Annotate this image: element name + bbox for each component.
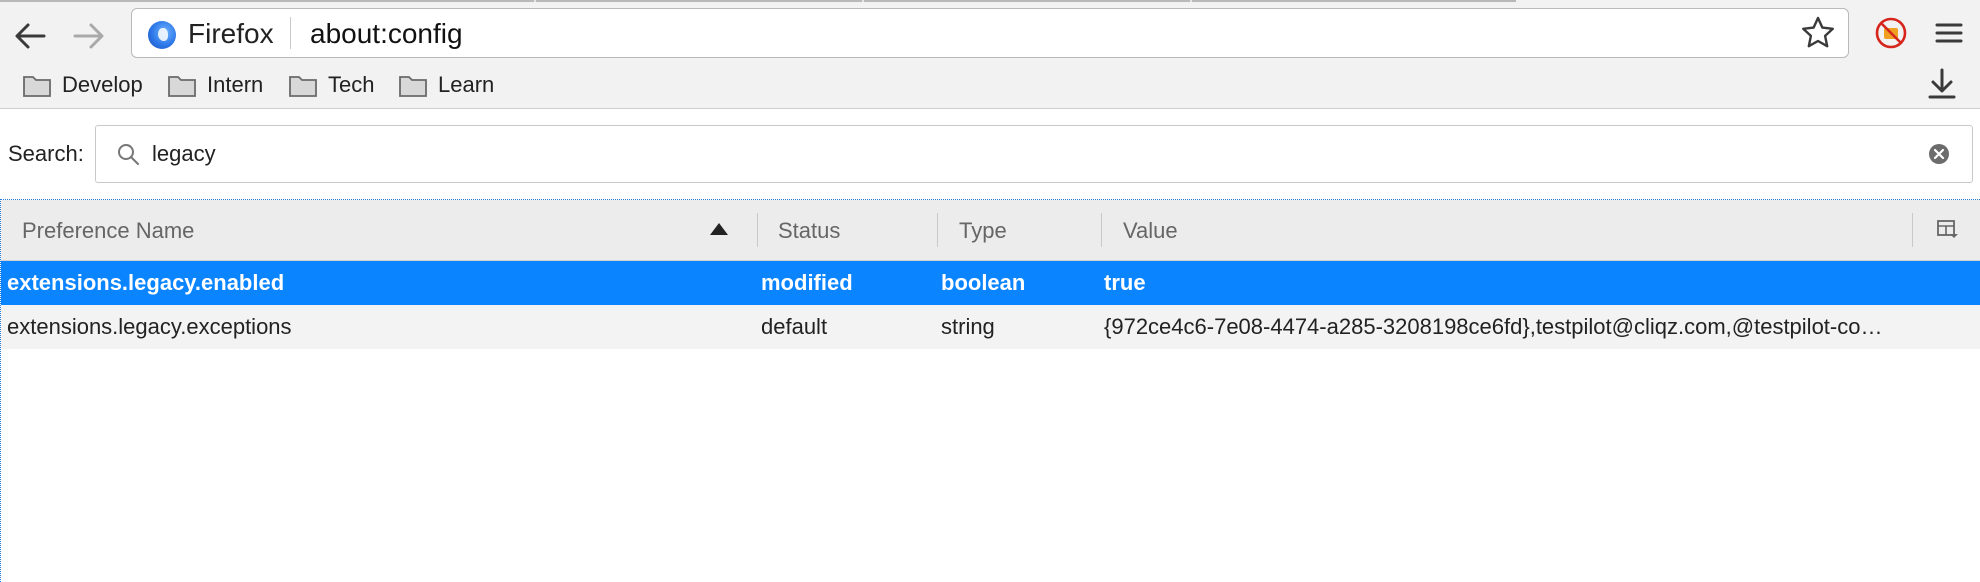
folder-icon	[289, 76, 317, 97]
column-splitter[interactable]	[1101, 213, 1102, 247]
value-cell: {972ce4c6-7e08-4474-a285-3208198ce6fd},t…	[1104, 314, 1883, 339]
preference-name-cell: extensions.legacy.exceptions	[7, 314, 292, 339]
column-header-preference-name[interactable]: Preference Name	[22, 218, 194, 244]
url-bar[interactable]: Firefox about:config	[131, 8, 1849, 58]
star-icon[interactable]	[1800, 15, 1836, 51]
column-picker-icon[interactable]	[1935, 217, 1959, 241]
bookmark-learn[interactable]: Learn	[398, 68, 494, 102]
hamburger-menu-icon[interactable]	[1932, 18, 1966, 48]
search-input[interactable]	[152, 136, 1912, 172]
search-icon	[118, 144, 139, 165]
column-header-value[interactable]: Value	[1123, 218, 1178, 244]
bookmark-label: Intern	[207, 72, 264, 97]
bookmark-tech[interactable]: Tech	[288, 68, 374, 102]
column-header-type[interactable]: Type	[959, 218, 1007, 244]
value-cell: true	[1104, 270, 1146, 295]
identity-label: Firefox	[188, 18, 274, 49]
search-box[interactable]	[95, 125, 1973, 183]
folder-icon	[168, 76, 196, 97]
clear-search-icon[interactable]	[1928, 143, 1950, 165]
browser-toolbar: Firefox about:config Develop Intern Tech…	[0, 0, 1980, 109]
bookmark-label: Develop	[62, 72, 143, 97]
back-arrow-icon	[15, 23, 46, 49]
preference-name-cell: extensions.legacy.enabled	[7, 270, 285, 295]
column-splitter[interactable]	[757, 213, 758, 247]
forward-arrow-icon	[73, 23, 104, 49]
bookmark-intern[interactable]: Intern	[167, 68, 263, 102]
folder-icon	[23, 76, 51, 97]
download-icon[interactable]	[1924, 66, 1960, 102]
back-button[interactable]	[8, 18, 52, 54]
folder-icon	[399, 76, 427, 97]
search-label: Search:	[8, 141, 84, 166]
bookmark-label: Tech	[328, 72, 375, 97]
status-cell: default	[761, 314, 828, 339]
bookmark-develop[interactable]: Develop	[22, 68, 143, 102]
blocked-extension-icon[interactable]	[1875, 17, 1907, 49]
tree-header: Preference Name Status Type Value	[1, 200, 1980, 261]
column-splitter[interactable]	[937, 213, 938, 247]
preferences-tree[interactable]: Preference Name Status Type Value extens…	[0, 199, 1980, 582]
type-cell: boolean	[941, 270, 1026, 295]
tab-strip-line	[0, 0, 1516, 2]
firefox-logo-icon	[148, 21, 176, 49]
table-row[interactable]: extensions.legacy.exceptions default str…	[1, 305, 1980, 349]
url-bar-separator	[290, 17, 291, 49]
status-cell: modified	[761, 270, 853, 295]
url-text[interactable]: about:config	[310, 18, 463, 50]
forward-button[interactable]	[67, 18, 111, 54]
bookmark-label: Learn	[438, 72, 495, 97]
column-splitter[interactable]	[1912, 213, 1913, 247]
column-header-status[interactable]: Status	[778, 218, 840, 244]
table-row[interactable]: extensions.legacy.enabled modified boole…	[1, 261, 1980, 305]
sort-ascending-icon	[710, 223, 728, 235]
type-cell: string	[941, 314, 995, 339]
